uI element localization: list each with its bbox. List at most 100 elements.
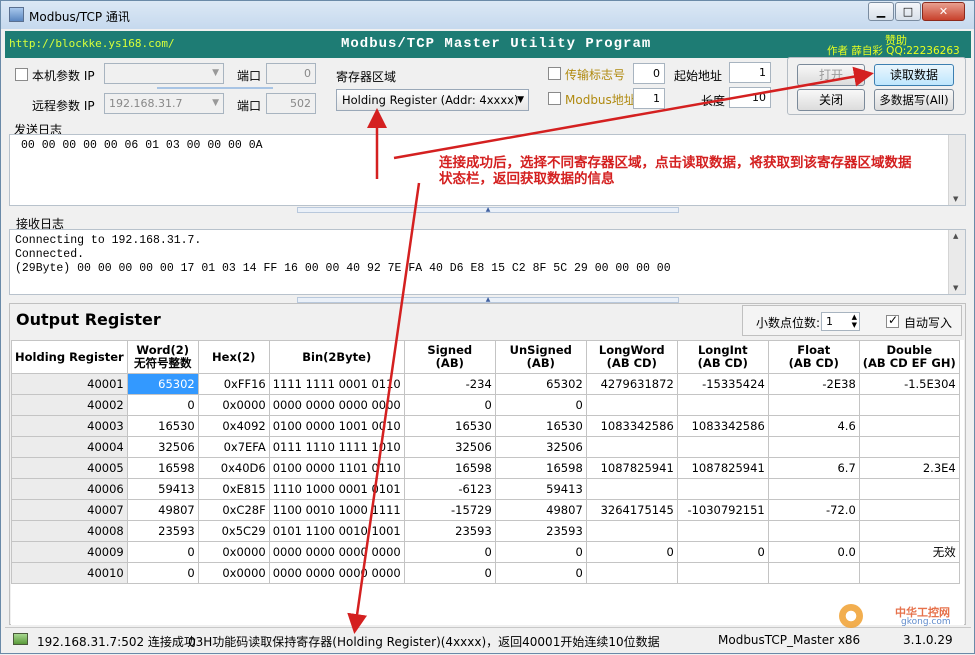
register-value-cell[interactable] xyxy=(767,562,860,584)
register-value-cell[interactable]: 1100 0010 1000 1111 xyxy=(268,499,405,521)
close-button[interactable]: 关闭 xyxy=(797,89,865,111)
register-value-cell[interactable]: 16598 xyxy=(494,457,587,479)
register-value-cell[interactable]: 0x40D6 xyxy=(197,457,270,479)
register-value-cell[interactable]: 0 xyxy=(403,541,496,563)
register-value-cell[interactable]: 1111 1111 0001 0110 xyxy=(268,373,405,395)
register-value-cell[interactable]: 49807 xyxy=(126,499,199,521)
auto-write-checkbox[interactable] xyxy=(886,313,899,328)
register-value-cell[interactable]: -2E38 xyxy=(767,373,860,395)
register-value-cell[interactable]: 0 xyxy=(403,562,496,584)
register-value-cell[interactable]: 23593 xyxy=(126,520,199,542)
register-value-cell[interactable]: 0 xyxy=(494,562,587,584)
register-value-cell[interactable]: 0x0000 xyxy=(197,394,270,416)
register-value-cell[interactable]: 6.7 xyxy=(767,457,860,479)
register-address-cell[interactable]: 40003 xyxy=(11,415,128,437)
register-value-cell[interactable] xyxy=(585,562,678,584)
register-value-cell[interactable]: 1087825941 xyxy=(585,457,678,479)
register-value-cell[interactable]: 4279631872 xyxy=(585,373,678,395)
register-value-cell[interactable] xyxy=(585,478,678,500)
register-value-cell[interactable] xyxy=(676,394,769,416)
register-value-cell[interactable]: 16530 xyxy=(494,415,587,437)
register-address-cell[interactable]: 40004 xyxy=(11,436,128,458)
register-value-cell[interactable] xyxy=(858,394,960,416)
register-value-cell[interactable]: 0101 1100 0010 1001 xyxy=(268,520,405,542)
register-area-select[interactable]: Holding Register (Addr: 4xxxx) ▼ xyxy=(336,89,529,111)
register-address-cell[interactable]: 40010 xyxy=(11,562,128,584)
register-value-cell[interactable]: 1083342586 xyxy=(676,415,769,437)
modbus-addr-checkbox[interactable] xyxy=(548,92,561,105)
register-value-cell[interactable]: 4.6 xyxy=(767,415,860,437)
trans-flag-field[interactable]: 0 xyxy=(633,63,665,84)
column-header[interactable]: Double (AB CD EF GH) xyxy=(858,340,960,374)
register-value-cell[interactable]: 无效 xyxy=(858,541,960,563)
register-value-cell[interactable]: 32506 xyxy=(403,436,496,458)
register-value-cell[interactable]: 0000 0000 0000 0000 xyxy=(268,394,405,416)
recv-log-scrollbar[interactable]: ▲ ▼ xyxy=(948,230,965,294)
register-value-cell[interactable] xyxy=(585,436,678,458)
column-header[interactable]: Bin(2Byte) xyxy=(268,340,405,374)
minimize-button[interactable]: ▁ xyxy=(868,2,894,21)
register-value-cell[interactable]: 0xC28F xyxy=(197,499,270,521)
register-value-cell[interactable] xyxy=(767,436,860,458)
local-ip-combo[interactable]: ▼ xyxy=(104,63,224,84)
multi-write-button[interactable]: 多数据写(All) xyxy=(874,89,954,111)
website-link[interactable]: http://blockke.ys168.com/ xyxy=(9,37,175,50)
register-value-cell[interactable] xyxy=(858,520,960,542)
register-value-cell[interactable]: 1110 1000 0001 0101 xyxy=(268,478,405,500)
register-address-cell[interactable]: 40008 xyxy=(11,520,128,542)
register-value-cell[interactable]: 16598 xyxy=(126,457,199,479)
register-value-cell[interactable]: -72.0 xyxy=(767,499,860,521)
register-value-cell[interactable]: 59413 xyxy=(494,478,587,500)
register-value-cell[interactable] xyxy=(767,478,860,500)
register-value-cell[interactable]: 0 xyxy=(126,541,199,563)
register-address-cell[interactable]: 40007 xyxy=(11,499,128,521)
register-value-cell[interactable]: 0111 1110 1111 1010 xyxy=(268,436,405,458)
column-header[interactable]: Word(2) 无符号整数 xyxy=(126,340,199,374)
register-value-cell[interactable] xyxy=(676,562,769,584)
trans-flag-checkbox[interactable] xyxy=(548,67,561,80)
register-value-cell[interactable]: 0100 0000 1001 0010 xyxy=(268,415,405,437)
maximize-button[interactable]: □ xyxy=(895,2,921,21)
decimal-places-spinner[interactable]: 1 ▲ ▼ xyxy=(821,312,860,331)
register-value-cell[interactable]: 0x5C29 xyxy=(197,520,270,542)
register-value-cell[interactable]: 0xE815 xyxy=(197,478,270,500)
register-value-cell[interactable]: 0 xyxy=(126,562,199,584)
register-value-cell[interactable] xyxy=(676,520,769,542)
register-value-cell[interactable] xyxy=(858,415,960,437)
column-header[interactable]: Signed (AB) xyxy=(403,340,496,374)
start-addr-field[interactable]: 1 xyxy=(729,62,771,83)
register-value-cell[interactable]: 23593 xyxy=(494,520,587,542)
register-value-cell[interactable]: 1087825941 xyxy=(676,457,769,479)
register-value-cell[interactable]: 0 xyxy=(126,394,199,416)
register-value-cell[interactable]: 65302 xyxy=(126,373,199,395)
modbus-addr-field[interactable]: 1 xyxy=(633,88,665,109)
register-value-cell[interactable]: 0000 0000 0000 0000 xyxy=(268,541,405,563)
register-value-cell[interactable] xyxy=(585,520,678,542)
column-header[interactable]: LongInt (AB CD) xyxy=(676,340,769,374)
send-log-scrollbar[interactable]: ▼ xyxy=(948,135,965,205)
register-value-cell[interactable] xyxy=(676,436,769,458)
remote-ip-combo[interactable]: 192.168.31.7 ▼ xyxy=(104,93,224,114)
register-value-cell[interactable]: -15335424 xyxy=(676,373,769,395)
register-value-cell[interactable]: 1083342586 xyxy=(585,415,678,437)
register-value-cell[interactable]: 49807 xyxy=(494,499,587,521)
register-value-cell[interactable]: 59413 xyxy=(126,478,199,500)
length-field[interactable]: 10 xyxy=(729,87,771,108)
register-value-cell[interactable]: 0xFF16 xyxy=(197,373,270,395)
register-value-cell[interactable]: 32506 xyxy=(494,436,587,458)
register-value-cell[interactable] xyxy=(767,520,860,542)
close-window-button[interactable]: ✕ xyxy=(922,2,965,21)
register-value-cell[interactable]: -15729 xyxy=(403,499,496,521)
register-address-cell[interactable]: 40009 xyxy=(11,541,128,563)
local-param-checkbox[interactable] xyxy=(15,68,28,81)
register-value-cell[interactable] xyxy=(858,562,960,584)
register-value-cell[interactable]: 2.3E4 xyxy=(858,457,960,479)
register-value-cell[interactable] xyxy=(858,499,960,521)
register-value-cell[interactable]: 16530 xyxy=(126,415,199,437)
register-value-cell[interactable]: 0100 0000 1101 0110 xyxy=(268,457,405,479)
register-address-cell[interactable]: 40002 xyxy=(11,394,128,416)
register-value-cell[interactable]: 0 xyxy=(676,541,769,563)
register-value-cell[interactable]: 0 xyxy=(494,394,587,416)
register-value-cell[interactable] xyxy=(676,478,769,500)
open-button[interactable]: 打开 xyxy=(797,64,865,86)
